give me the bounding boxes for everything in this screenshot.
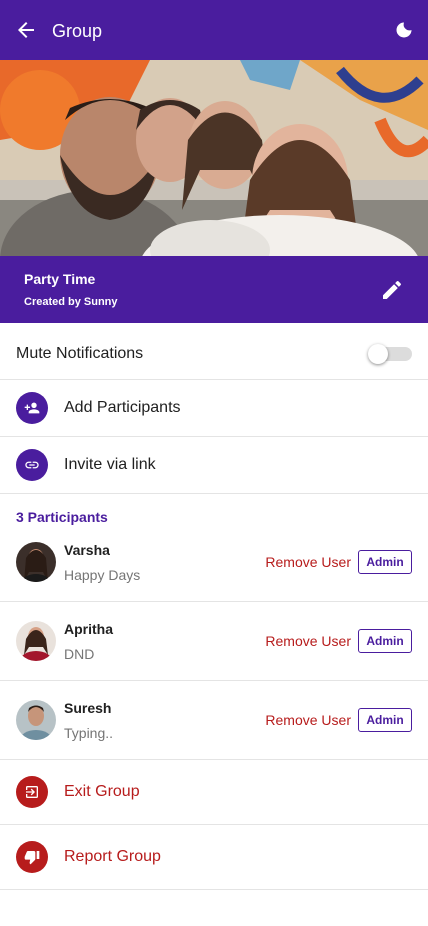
thumb-down-icon — [16, 841, 48, 873]
participant-status: Typing.. — [64, 725, 114, 741]
add-participants-row[interactable]: Add Participants — [0, 380, 428, 437]
moon-icon[interactable] — [394, 20, 414, 40]
exit-group-row[interactable]: Exit Group — [0, 760, 428, 825]
app-bar: Group — [0, 0, 428, 60]
invite-link-label: Invite via link — [64, 456, 156, 473]
participant-row-varsha[interactable]: Varsha Happy Days Remove User Admin — [0, 523, 428, 602]
toggle-knob — [368, 344, 388, 364]
participant-name: Suresh — [64, 700, 112, 716]
mute-notifications-toggle[interactable] — [368, 344, 412, 364]
group-created-by: Created by Sunny — [24, 296, 118, 308]
participant-name: Apritha — [64, 621, 113, 637]
mute-notifications-row: Mute Notifications — [0, 323, 428, 380]
report-group-label: Report Group — [64, 848, 161, 865]
avatar — [16, 621, 56, 661]
arrow-back-icon[interactable] — [14, 18, 38, 42]
add-participants-label: Add Participants — [64, 399, 181, 416]
participant-row-apritha[interactable]: Apritha DND Remove User Admin — [0, 602, 428, 681]
admin-badge[interactable]: Admin — [358, 550, 412, 574]
remove-user-button[interactable]: Remove User — [265, 633, 351, 649]
participant-row-suresh[interactable]: Suresh Typing.. Remove User Admin — [0, 681, 428, 760]
participant-status: DND — [64, 646, 95, 662]
group-info-bar: Party Time Created by Sunny — [0, 256, 428, 323]
participant-name: Varsha — [64, 542, 110, 558]
participant-status: Happy Days — [64, 567, 141, 583]
remove-user-button[interactable]: Remove User — [265, 554, 351, 570]
invite-link-row[interactable]: Invite via link — [0, 437, 428, 494]
avatar — [16, 542, 56, 582]
mute-notifications-label: Mute Notifications — [16, 345, 144, 362]
person-add-icon — [16, 392, 48, 424]
group-name: Party Time — [24, 271, 96, 287]
report-group-row[interactable]: Report Group — [0, 825, 428, 890]
group-cover-photo — [0, 60, 428, 256]
page-title: Group — [52, 21, 103, 41]
exit-icon — [16, 776, 48, 808]
link-icon — [16, 449, 48, 481]
admin-badge[interactable]: Admin — [358, 629, 412, 653]
pencil-icon[interactable] — [380, 278, 404, 302]
avatar — [16, 700, 56, 740]
remove-user-button[interactable]: Remove User — [265, 712, 351, 728]
exit-group-label: Exit Group — [64, 783, 140, 800]
admin-badge[interactable]: Admin — [358, 708, 412, 732]
